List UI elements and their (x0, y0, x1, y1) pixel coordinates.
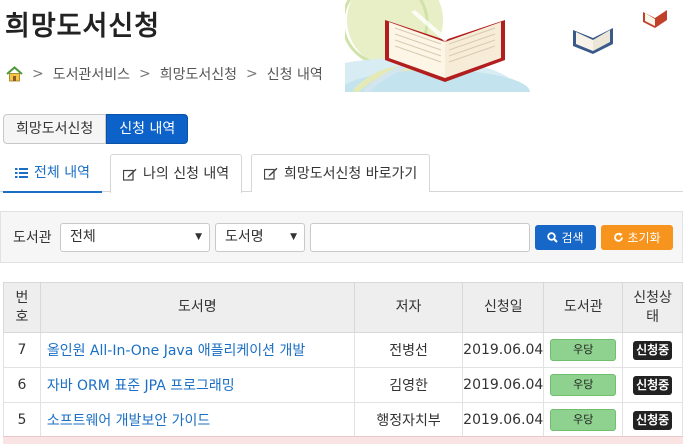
table-row-partial (3, 436, 683, 444)
page-header: 희망도서신청 > 도서관서비스 > 희망도서신청 > 신청 내역 (0, 0, 693, 92)
library-badge: 우당 (550, 409, 617, 431)
tab-request-shortcut[interactable]: 희망도서신청 바로가기 (251, 154, 431, 192)
search-field-select[interactable]: 도서명 ▼ (215, 223, 305, 252)
search-panel: 도서관 전체 ▼ 도서명 ▼ 검색 초기화 (0, 211, 683, 263)
row-status: 신청중 (622, 332, 683, 368)
breadcrumb-separator: > (139, 66, 151, 82)
row-author: 김영한 (353, 367, 464, 403)
search-button[interactable]: 검색 (535, 225, 596, 250)
status-badge: 신청중 (633, 340, 673, 360)
breadcrumb-item-library-service[interactable]: 도서관서비스 (53, 64, 130, 84)
list-icon (15, 167, 28, 178)
refresh-icon (614, 232, 624, 242)
table-row: 5 소프트웨어 개발보안 가이드 행정자치부 2019.06.04 우당 신청중 (3, 402, 683, 438)
breadcrumb: > 도서관서비스 > 희망도서신청 > 신청 내역 (6, 64, 323, 84)
chevron-down-icon: ▼ (195, 232, 202, 242)
status-badge: 신청중 (633, 375, 673, 395)
reset-button[interactable]: 초기화 (601, 225, 673, 250)
row-author: 전병선 (353, 332, 464, 368)
search-button-label: 검색 (561, 231, 584, 245)
row-status: 신청중 (622, 402, 683, 438)
row-library: 우당 (543, 332, 624, 368)
row-date: 2019.06.04 (462, 332, 545, 368)
row-no: 7 (3, 332, 41, 368)
tab-all-history[interactable]: 전체 내역 (3, 154, 102, 193)
row-title-link[interactable]: 소프트웨어 개발보안 가이드 (39, 402, 355, 438)
row-title-link[interactable]: 올인원 All-In-One Java 애플리케이션 개발 (39, 332, 355, 368)
tab-my-history[interactable]: 나의 신청 내역 (110, 154, 243, 193)
home-icon[interactable] (6, 66, 23, 82)
breadcrumb-separator: > (246, 66, 258, 82)
row-library: 우당 (543, 367, 624, 403)
request-form-button[interactable]: 희망도서신청 (3, 114, 107, 144)
page-title: 희망도서신청 (5, 11, 161, 42)
header-title: 도서명 (39, 282, 355, 333)
search-input[interactable] (310, 223, 530, 252)
edit-icon (264, 167, 278, 180)
library-filter-label: 도서관 (13, 230, 52, 246)
edit-icon (123, 168, 137, 181)
header-book-illustration (345, 0, 667, 92)
library-select[interactable]: 전체 ▼ (60, 223, 210, 252)
breadcrumb-item-current: 신청 내역 (266, 67, 323, 83)
row-status: 신청중 (622, 367, 683, 403)
request-history-button[interactable]: 신청 내역 (106, 114, 189, 144)
tab-request-shortcut-label: 희망도서신청 바로가기 (284, 165, 418, 182)
row-author: 행정자치부 (353, 402, 464, 438)
chevron-down-icon: ▼ (290, 232, 297, 242)
row-no: 5 (3, 402, 41, 438)
tab-bar: 전체 내역 나의 신청 내역 희망도서신청 바로가기 (0, 154, 683, 193)
library-badge: 우당 (550, 374, 617, 396)
tab-all-history-label: 전체 내역 (34, 164, 90, 181)
row-title-link[interactable]: 자바 ORM 표준 JPA 프로그래밍 (39, 367, 355, 403)
breadcrumb-item-request[interactable]: 희망도서신청 (160, 64, 237, 84)
header-no: 번호 (3, 282, 41, 333)
row-date: 2019.06.04 (462, 367, 545, 403)
row-date: 2019.06.04 (462, 402, 545, 438)
table-row: 6 자바 ORM 표준 JPA 프로그래밍 김영한 2019.06.04 우당 … (3, 367, 683, 403)
search-field-select-value: 도서명 (225, 229, 264, 245)
library-select-value: 전체 (70, 229, 96, 245)
library-badge: 우당 (550, 339, 617, 361)
header-author: 저자 (353, 282, 464, 333)
reset-button-label: 초기화 (627, 231, 661, 245)
row-library: 우당 (543, 402, 624, 438)
row-no: 6 (3, 367, 41, 403)
breadcrumb-separator: > (32, 66, 44, 82)
search-icon (547, 232, 559, 243)
view-toggle: 희망도서신청 신청 내역 (3, 114, 189, 144)
table-row: 7 올인원 All-In-One Java 애플리케이션 개발 전병선 2019… (3, 332, 683, 368)
tab-my-history-label: 나의 신청 내역 (143, 166, 230, 182)
header-date: 신청일 (462, 282, 545, 333)
status-badge: 신청중 (633, 410, 673, 430)
header-library: 도서관 (543, 282, 624, 333)
header-status: 신청상 태 (622, 282, 683, 333)
table-header-row: 번호 도서명 저자 신청일 도서관 신청상 태 (3, 282, 683, 333)
request-history-table: 번호 도서명 저자 신청일 도서관 신청상 태 7 올인원 All-In-One … (3, 282, 683, 438)
